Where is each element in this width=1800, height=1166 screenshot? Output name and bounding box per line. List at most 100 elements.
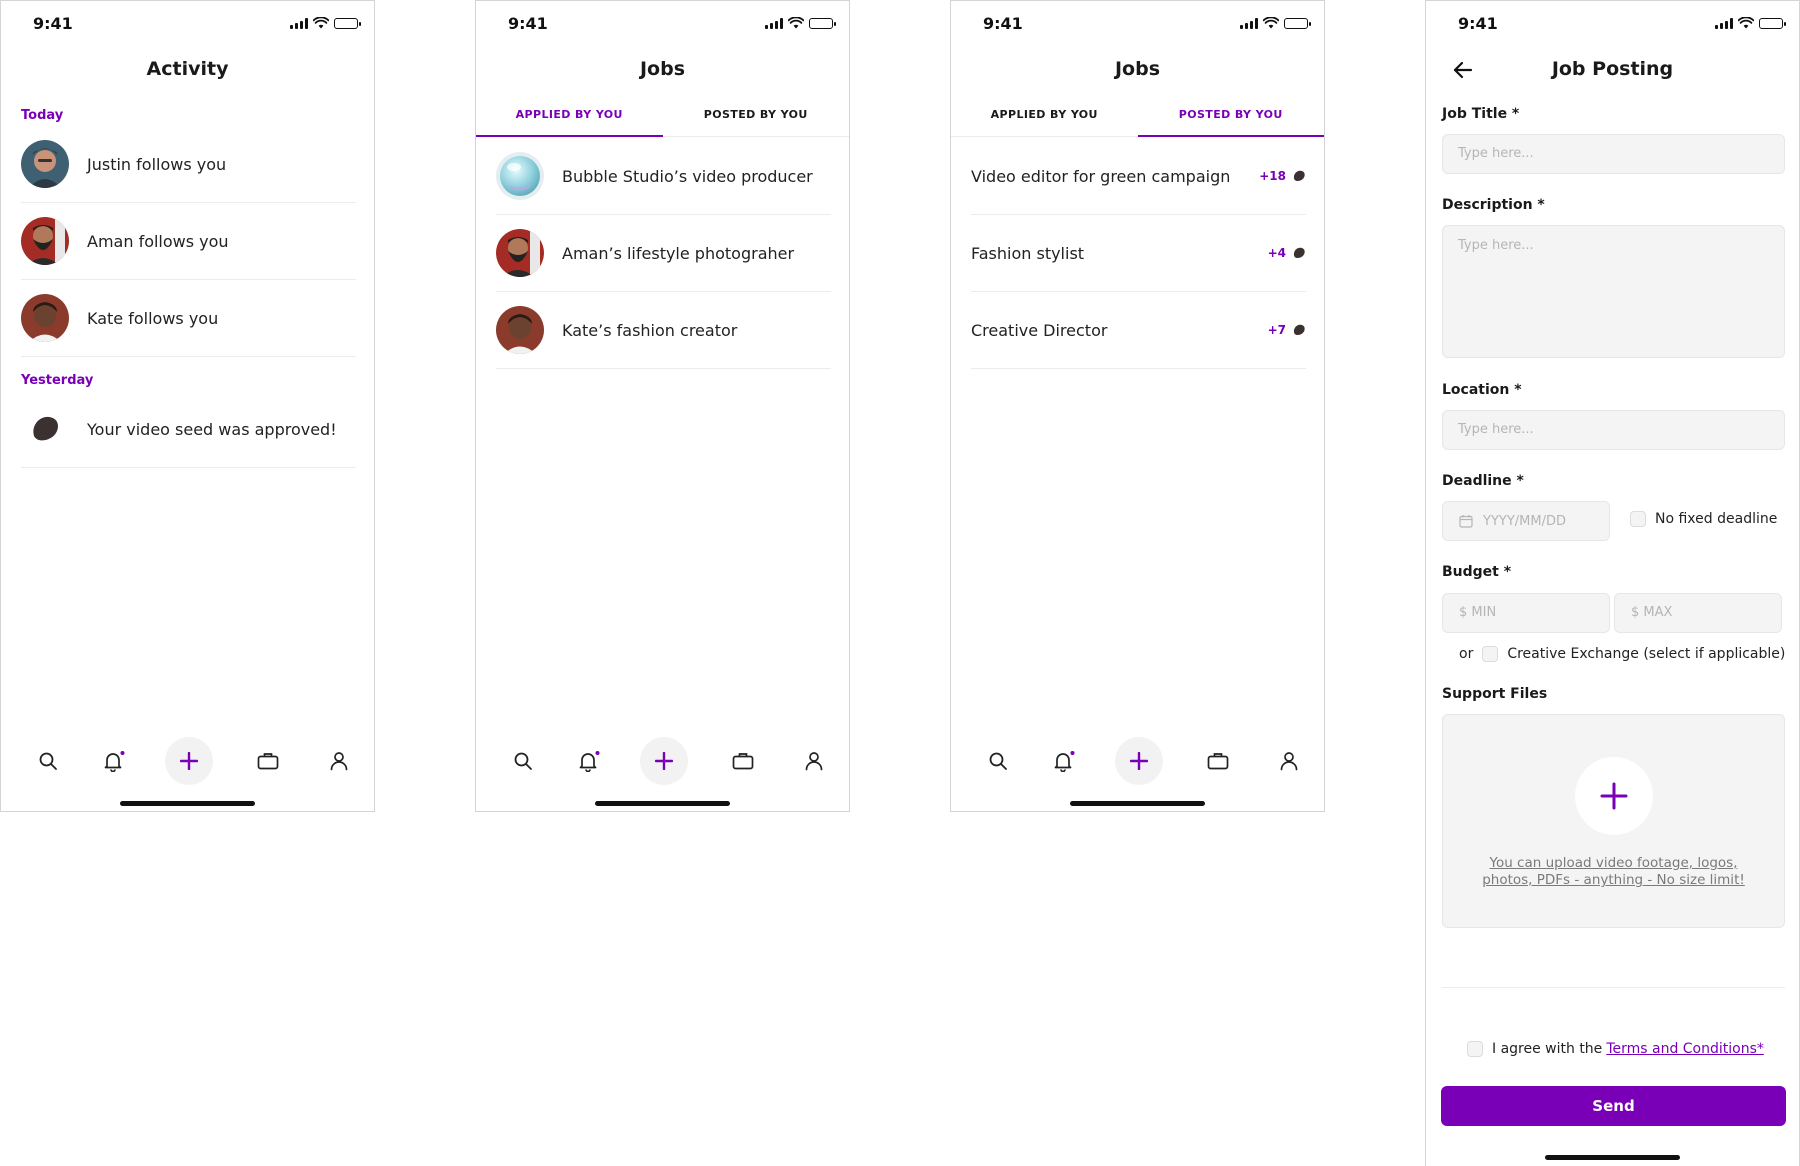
support-files-label: Support Files bbox=[1442, 686, 1548, 702]
list-item[interactable]: Justin follows you bbox=[21, 126, 356, 203]
battery-icon bbox=[1759, 18, 1786, 29]
status-icons bbox=[765, 17, 836, 29]
no-deadline-checkbox[interactable] bbox=[1630, 511, 1646, 527]
status-time: 9:41 bbox=[33, 14, 73, 33]
creative-exchange-checkbox[interactable] bbox=[1482, 646, 1499, 662]
wifi-icon bbox=[1738, 17, 1754, 29]
location-input[interactable]: Type here... bbox=[1442, 410, 1785, 450]
job-title: Aman’s lifestyle photograher bbox=[562, 243, 795, 263]
tab-jobs[interactable] bbox=[719, 737, 767, 785]
page-title: Jobs bbox=[1114, 58, 1161, 80]
plus-icon bbox=[655, 752, 673, 770]
budget-max-input[interactable]: $ MAX bbox=[1614, 593, 1782, 633]
status-icons bbox=[1715, 17, 1786, 29]
job-title: Video editor for green campaign bbox=[971, 166, 1231, 186]
bell-icon bbox=[579, 751, 600, 772]
signal-icon bbox=[290, 18, 308, 29]
no-deadline-option[interactable]: No fixed deadline bbox=[1630, 511, 1777, 527]
list-item[interactable]: Kate follows you bbox=[21, 280, 356, 357]
activity-text: Your video seed was approved! bbox=[87, 419, 337, 439]
list-item[interactable]: Video editor for green campaign +18 bbox=[971, 138, 1306, 215]
list-item[interactable]: Fashion stylist +4 bbox=[971, 215, 1306, 292]
terms-link[interactable]: Terms and Conditions* bbox=[1606, 1041, 1764, 1057]
deadline-label: Deadline * bbox=[1442, 473, 1524, 489]
job-title: Kate’s fashion creator bbox=[562, 320, 738, 340]
avatar bbox=[496, 306, 544, 354]
job-title: Fashion stylist bbox=[971, 243, 1085, 263]
description-textarea[interactable]: Type here... bbox=[1442, 225, 1785, 358]
avatar bbox=[21, 294, 69, 342]
list-item[interactable]: Kate’s fashion creator bbox=[496, 292, 831, 369]
signal-icon bbox=[1240, 18, 1258, 29]
battery-icon bbox=[1284, 18, 1311, 29]
tab-jobs[interactable] bbox=[1194, 737, 1242, 785]
tab-applied-by-you[interactable]: APPLIED BY YOU bbox=[476, 97, 663, 137]
tab-create[interactable] bbox=[165, 737, 213, 785]
terms-prefix: I agree with the bbox=[1492, 1041, 1603, 1057]
avatar bbox=[21, 140, 69, 188]
tab-profile[interactable] bbox=[315, 737, 363, 785]
terms-option[interactable]: I agree with the Terms and Conditions* bbox=[1467, 1041, 1764, 1057]
bottom-tab-bar bbox=[476, 737, 849, 787]
job-title-label: Job Title * bbox=[1442, 106, 1520, 122]
home-indicator bbox=[1070, 801, 1205, 806]
home-indicator bbox=[1545, 1155, 1680, 1160]
tab-search[interactable] bbox=[974, 737, 1022, 785]
search-icon bbox=[514, 752, 532, 770]
description-label: Description * bbox=[1442, 197, 1545, 213]
battery-icon bbox=[809, 18, 836, 29]
tab-notifications[interactable] bbox=[565, 737, 613, 785]
tab-profile[interactable] bbox=[1265, 737, 1313, 785]
status-bar: 9:41 bbox=[1, 1, 374, 45]
briefcase-icon bbox=[732, 753, 754, 770]
send-button[interactable]: Send bbox=[1441, 1086, 1786, 1126]
search-icon bbox=[989, 752, 1007, 770]
plus-icon bbox=[1600, 782, 1628, 810]
activity-text: Kate follows you bbox=[87, 308, 219, 328]
creative-exchange-label: Creative Exchange (select if applicable) bbox=[1507, 646, 1786, 662]
tab-jobs[interactable] bbox=[244, 737, 292, 785]
tab-notifications[interactable] bbox=[90, 737, 138, 785]
list-item[interactable]: Aman follows you bbox=[21, 203, 356, 280]
list-item[interactable]: Creative Director +7 bbox=[971, 292, 1306, 369]
creative-exchange-option[interactable]: or Creative Exchange (select if applicab… bbox=[1459, 646, 1785, 662]
tab-create[interactable] bbox=[640, 737, 688, 785]
status-time: 9:41 bbox=[1458, 14, 1498, 33]
upload-button[interactable] bbox=[1575, 757, 1653, 835]
or-label: or bbox=[1459, 646, 1474, 662]
seed-icon bbox=[1293, 324, 1305, 335]
list-item[interactable]: Bubble Studio’s video producer bbox=[496, 138, 831, 215]
tab-profile[interactable] bbox=[790, 737, 838, 785]
bottom-tab-bar bbox=[1, 737, 374, 787]
deadline-date-input[interactable]: YYYY/MM/DD bbox=[1442, 501, 1610, 541]
file-upload-area[interactable]: You can upload video footage, logos, pho… bbox=[1442, 714, 1785, 928]
list-item[interactable]: Aman’s lifestyle photograher bbox=[496, 215, 831, 292]
tab-posted-by-you[interactable]: POSTED BY YOU bbox=[663, 97, 850, 136]
applicant-count: +4 bbox=[1267, 246, 1286, 260]
tab-notifications[interactable] bbox=[1040, 737, 1088, 785]
briefcase-icon bbox=[1207, 753, 1229, 770]
page-title: Jobs bbox=[639, 58, 686, 80]
seed-icon bbox=[1293, 247, 1305, 258]
upload-hint[interactable]: You can upload video footage, logos, pho… bbox=[1473, 855, 1754, 889]
budget-label: Budget * bbox=[1442, 564, 1512, 580]
wifi-icon bbox=[313, 17, 329, 29]
terms-checkbox[interactable] bbox=[1467, 1041, 1483, 1057]
tab-posted-by-you[interactable]: POSTED BY YOU bbox=[1137, 97, 1325, 137]
section-label-today: Today bbox=[21, 108, 64, 123]
signal-icon bbox=[765, 18, 783, 29]
search-icon bbox=[39, 752, 57, 770]
tab-create[interactable] bbox=[1115, 737, 1163, 785]
job-title-input[interactable]: Type here... bbox=[1442, 134, 1785, 174]
list-item[interactable]: Your video seed was approved! bbox=[21, 391, 356, 468]
tab-applied-by-you[interactable]: APPLIED BY YOU bbox=[951, 97, 1138, 136]
budget-min-input[interactable]: $ MIN bbox=[1442, 593, 1610, 633]
seed-icon bbox=[33, 416, 58, 441]
page-title: Job Posting bbox=[1551, 58, 1674, 80]
battery-icon bbox=[334, 18, 361, 29]
user-icon bbox=[805, 752, 823, 771]
bell-icon bbox=[104, 751, 125, 772]
tab-search[interactable] bbox=[24, 737, 72, 785]
page-title: Activity bbox=[146, 58, 229, 80]
tab-search[interactable] bbox=[499, 737, 547, 785]
